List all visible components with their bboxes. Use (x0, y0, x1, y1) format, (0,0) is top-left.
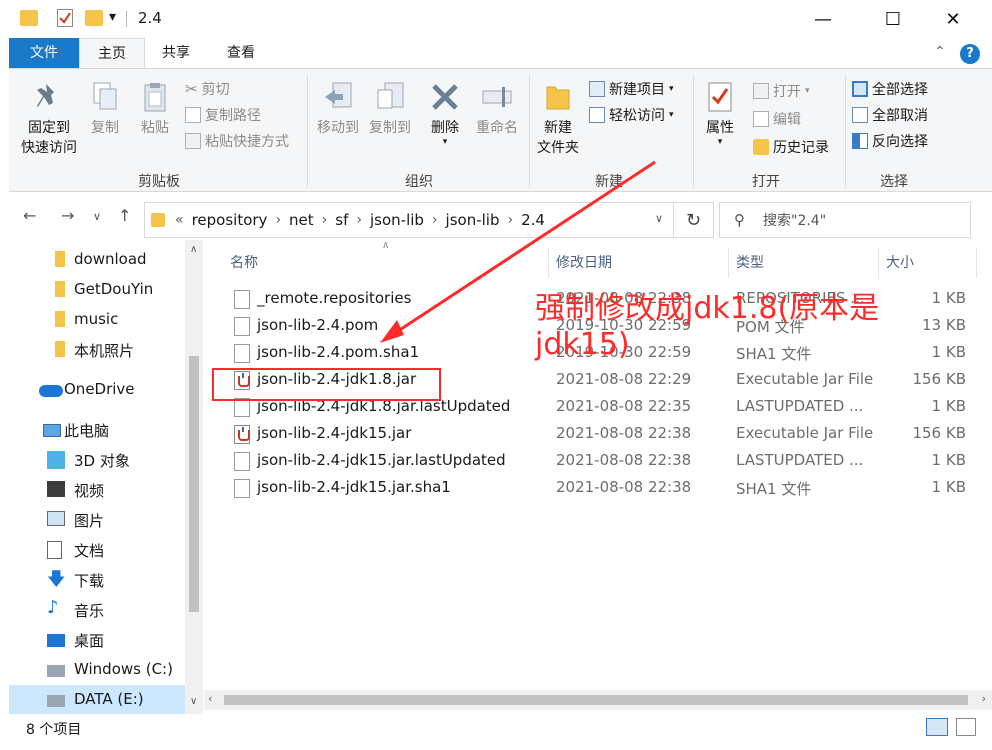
explorer-window: ▾ 2.4 — ☐ ✕ 文件 主页 共享 查看 ⌃ ? 固定到 快速访问 复制 … (0, 0, 992, 750)
annotation-arrow (380, 160, 656, 343)
